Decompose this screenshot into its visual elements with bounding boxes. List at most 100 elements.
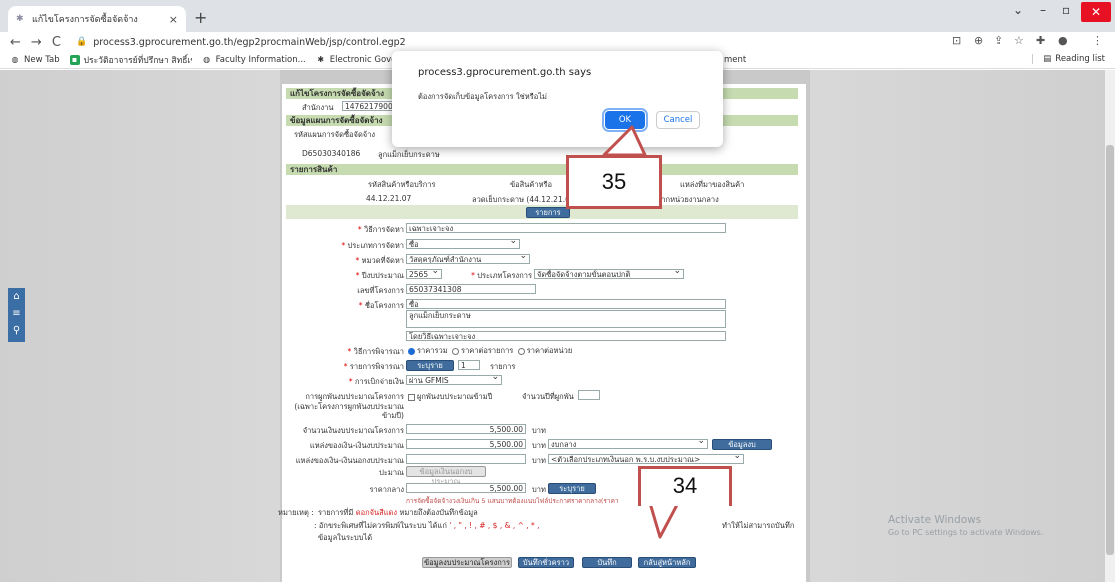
callout-34: 34 — [638, 466, 732, 506]
method-label: * วิธีการจัดหา — [357, 225, 404, 234]
budget-label: จำนวนเงินงบประมาณโครงการ — [302, 426, 404, 435]
budget-info-button[interactable]: ข้อมูลงบประมาณ — [712, 439, 772, 459]
minimize-button[interactable]: – — [1040, 3, 1046, 17]
globe-icon: ◍ — [203, 55, 211, 64]
menu-list-icon[interactable]: ≡ — [8, 305, 25, 322]
items-header: รายการสินค้า — [286, 164, 798, 175]
project-name-prefix[interactable]: ซื้อ — [406, 299, 726, 309]
bookmark-faculty[interactable]: ◍ Faculty Information... — [202, 55, 306, 65]
reload-icon[interactable]: C — [52, 35, 61, 50]
project-form: แก้ไขโครงการจัดซื้อจัดจ้าง สำนักงาน 1476… — [278, 84, 806, 582]
background-right — [810, 70, 1105, 582]
offbudget-field[interactable] — [406, 454, 526, 464]
search-icon[interactable]: ⚲ — [8, 322, 25, 339]
site-favicon-icon: ✱ — [16, 14, 24, 24]
windows-activation-watermark: Activate Windows Go to PC settings to ac… — [888, 514, 1044, 537]
plan-code-label: รหัสแผนการจัดซื้อจัดจ้าง — [294, 130, 376, 139]
method-field[interactable]: เฉพาะเจาะจง — [406, 223, 726, 233]
bookmark-star-icon[interactable]: ☆ — [1014, 34, 1024, 47]
url-field[interactable]: 🔒 process3.gprocurement.go.th/egp2procma… — [76, 34, 936, 50]
plan-name: ลูกแม็กเย็บกระดาษ — [378, 150, 440, 159]
zoom-icon[interactable]: ⊕ — [974, 34, 983, 47]
project-no-label: เลขที่โครงการ — [357, 286, 404, 295]
reading-list[interactable]: ▤ Reading list — [1032, 54, 1105, 64]
items-button[interactable]: รายการสินค้า — [526, 207, 570, 227]
project-type-label: * ประเภทโครงการ — [471, 271, 532, 280]
note-line-2-end: ทำให้ไม่สามารถบันทึก — [722, 521, 795, 530]
project-no-field[interactable]: 65037341308 — [406, 284, 536, 294]
proc-type-label: * ประเภทการจัดหา — [341, 241, 404, 250]
green-site-icon: ▪ — [69, 55, 80, 65]
profile-avatar-icon[interactable]: ● — [1058, 34, 1068, 47]
proc-type-select[interactable]: ซื้อ — [406, 239, 520, 249]
offbudget-label-cont: ปะมาณ — [379, 468, 404, 477]
project-name-field[interactable]: ลูกแม็กเย็บกระดาษ — [406, 310, 726, 328]
disburse-label: * การเบิกจ่ายเงิน — [348, 377, 404, 386]
offbudget-info-button[interactable]: ข้อมูลเงินนอกงบประมาณ — [406, 466, 486, 486]
budget-src-select[interactable]: งบกลาง — [548, 439, 708, 449]
note-label: หมายเหตุ : — [278, 508, 314, 517]
share-icon[interactable]: ⇪ — [994, 34, 1003, 47]
globe-icon: ◍ — [11, 55, 19, 64]
new-tab-button[interactable]: + — [194, 8, 207, 27]
bookmark-new-tab[interactable]: ◍ New Tab — [10, 55, 60, 65]
consider-items-button[interactable]: ระบุรายละเอียด — [406, 360, 454, 380]
budget-src-label: แหล่งของเงิน-เงินงบประมาณ — [309, 441, 404, 450]
multi-year-check[interactable]: ผูกพันงบประมาณข้ามปี — [406, 391, 492, 403]
budget-year-label: * ปีงบประมาณ — [355, 271, 404, 280]
multi-year-count-field[interactable] — [578, 390, 600, 400]
budget-year-select[interactable]: 2565 — [406, 269, 442, 279]
median-field[interactable]: 5,500.00 — [406, 483, 526, 493]
budget-info-project-button[interactable]: ข้อมูลงบประมาณโครงการ — [422, 557, 512, 568]
background-left — [0, 70, 280, 582]
save-draft-button[interactable]: บันทึกชั่วคราว — [518, 557, 574, 568]
extensions-icon[interactable]: ✚ — [1036, 34, 1045, 47]
reading-list-icon: ▤ — [1043, 54, 1052, 64]
home-icon[interactable]: ⌂ — [8, 288, 25, 305]
translate-icon[interactable]: ⊡ — [952, 34, 961, 47]
tab-search-icon[interactable]: ⌄ — [1013, 3, 1023, 17]
url-text: process3.gprocurement.go.th/egp2procmain… — [93, 36, 406, 48]
side-toolbar: ⌂ ≡ ⚲ — [8, 288, 25, 342]
consider-items-count[interactable]: 1 — [458, 360, 480, 370]
budget-unit: บาท — [532, 426, 546, 435]
budget-src-field[interactable]: 5,500.00 — [406, 439, 526, 449]
radio-per-item[interactable] — [452, 347, 460, 355]
scrollbar[interactable] — [1105, 70, 1115, 582]
lock-icon: 🔒 — [76, 37, 88, 47]
bookmark-thai-site[interactable]: ▪ประวัติอาจารย์ที่ปรึกษา สิทธิ์เข้าถึงข้… — [69, 53, 192, 67]
maximize-button[interactable]: ▫ — [1062, 3, 1070, 17]
disburse-select[interactable]: ผ่าน GFMIS — [406, 375, 502, 385]
back-home-button[interactable]: กลับสู่หน้าหลัก — [638, 557, 696, 568]
tab-close-icon[interactable]: × — [169, 13, 178, 26]
consider-label: * วิธีการพิจารณา — [347, 347, 404, 356]
dialog-cancel-button[interactable]: Cancel — [656, 111, 700, 129]
confirm-dialog: process3.gprocurement.go.th says ต้องการ… — [392, 51, 723, 147]
save-button[interactable]: บันทึก — [582, 557, 632, 568]
project-type-select[interactable]: จัดซื้อจัดจ้างตามขั้นตอนปกติ — [534, 269, 684, 279]
forward-icon[interactable]: → — [31, 35, 42, 50]
offbudget-unit: บาท — [532, 456, 546, 465]
budget-src-unit: บาท — [532, 441, 546, 450]
tab-title: แก้ไขโครงการจัดซื้อจัดจ้าง — [32, 15, 138, 25]
back-icon[interactable]: ← — [10, 35, 21, 50]
radio-total-price[interactable] — [408, 347, 415, 355]
budget-field[interactable]: 5,500.00 — [406, 424, 526, 434]
scrollbar-thumb[interactable] — [1106, 145, 1114, 555]
close-window-button[interactable]: ✕ — [1081, 2, 1111, 22]
radio-per-unit[interactable] — [517, 347, 525, 355]
offbudget-select[interactable]: <ตัวเลือกประเภทเงินนอก พ.ร.บ.งบประมาณ> — [548, 454, 744, 464]
multi-year-count-label: จำนวนปีที่ผูกพัน — [522, 392, 574, 401]
dialog-ok-button[interactable]: OK — [602, 108, 648, 132]
bookmark-partial[interactable]: ment — [724, 55, 746, 65]
category-select[interactable]: วัสดุครุภัณฑ์สำนักงาน — [406, 254, 530, 264]
egov-icon: ✱ — [317, 55, 325, 64]
median-detail-button[interactable]: ระบุรายละเอียด — [548, 483, 596, 503]
project-name-suffix[interactable]: โดยวิธีเฉพาะเจาะจง — [406, 331, 726, 341]
note-line-2: : อักขระพิเศษที่ไม่ควรพิมพ์ในระบบ ได้แก่… — [314, 521, 540, 530]
multi-year-checkbox[interactable] — [408, 393, 415, 401]
dialog-title: process3.gprocurement.go.th says — [418, 67, 592, 78]
offbudget-label: แหล่งของเงิน-เงินนอกงบประมาณ — [295, 456, 404, 465]
browser-tab[interactable]: ✱ แก้ไขโครงการจัดซื้อจัดจ้าง × — [8, 6, 186, 32]
menu-icon[interactable]: ⋮ — [1092, 34, 1103, 47]
